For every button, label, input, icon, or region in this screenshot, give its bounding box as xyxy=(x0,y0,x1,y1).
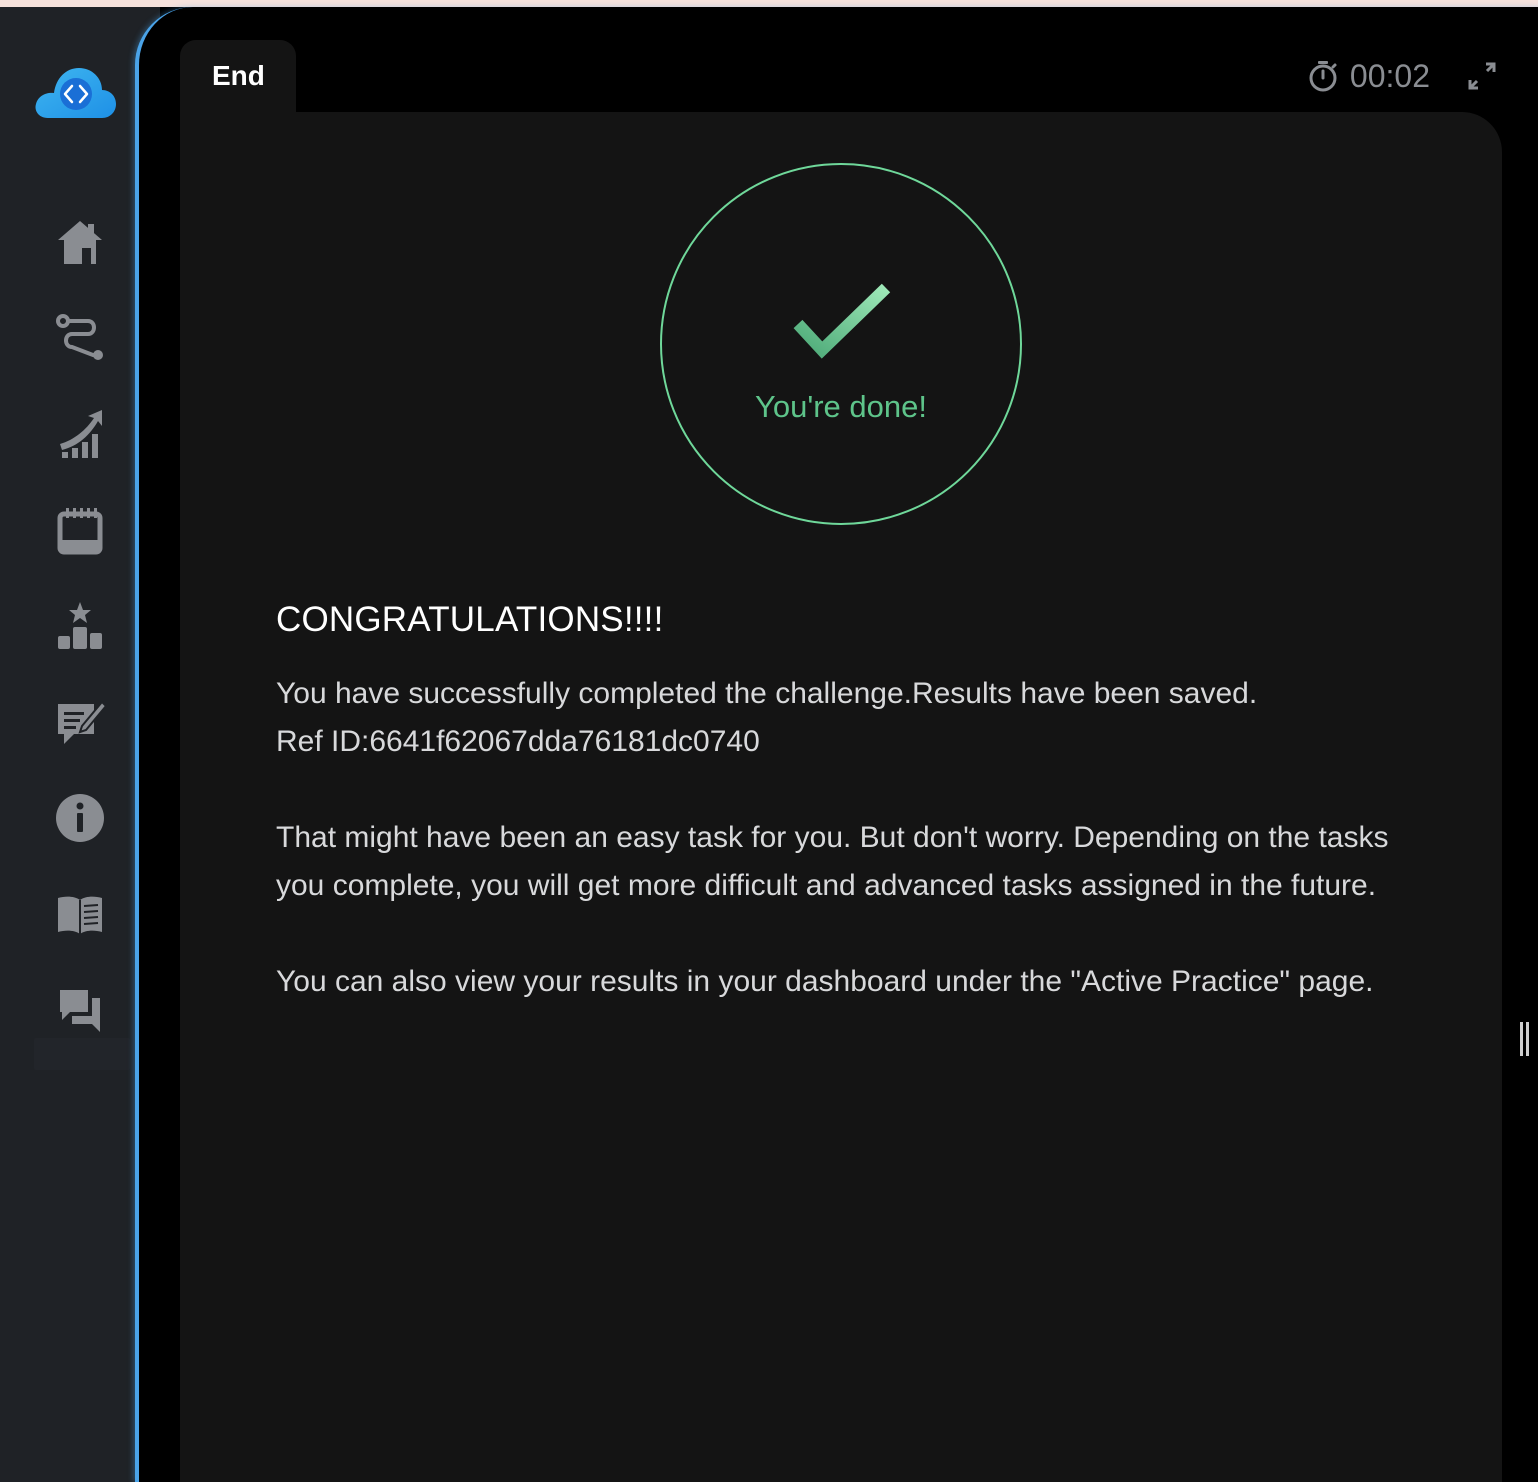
edit-message-icon xyxy=(58,700,106,744)
ref-id: Ref ID:6641f62067dda76181dc0740 xyxy=(276,725,760,758)
sidebar-item-docs[interactable] xyxy=(50,884,110,944)
calendar-icon xyxy=(57,508,103,555)
sidebar-item-leaderboard[interactable] xyxy=(50,596,110,656)
sidebar-item-feedback[interactable] xyxy=(50,692,110,752)
chat-icon xyxy=(60,990,100,1032)
result-message: CONGRATULATIONS!!!! You have successfull… xyxy=(276,596,1426,1006)
checkmark-icon xyxy=(790,280,894,365)
done-status-text: You're done! xyxy=(755,389,927,424)
sidebar-tooltip-placeholder xyxy=(34,1038,130,1070)
book-icon xyxy=(58,896,102,934)
sidebar-item-home[interactable] xyxy=(50,212,110,272)
growth-chart-icon xyxy=(60,410,102,458)
sidebar-item-path[interactable] xyxy=(50,308,110,368)
timer-value: 00:02 xyxy=(1349,58,1430,94)
sidebar-item-info[interactable] xyxy=(50,788,110,848)
browser-top-strip xyxy=(0,0,1538,7)
home-icon xyxy=(58,221,102,264)
route-icon xyxy=(56,314,103,360)
expand-icon[interactable] xyxy=(1466,60,1498,92)
difficulty-message: That might have been an easy task for yo… xyxy=(276,821,1389,902)
tab-end-label: End xyxy=(212,60,265,91)
sidebar-item-calendar[interactable] xyxy=(50,500,110,560)
podium-star-icon xyxy=(58,602,102,649)
congrats-heading: CONGRATULATIONS!!!! xyxy=(276,600,664,639)
info-icon xyxy=(56,794,104,842)
stopwatch-icon xyxy=(1309,61,1337,92)
panel-resize-handle[interactable] xyxy=(1518,1022,1532,1058)
cloud-code-icon[interactable] xyxy=(34,62,118,122)
saved-message: You have successfully completed the chal… xyxy=(276,677,1258,710)
sidebar-item-forum[interactable] xyxy=(50,980,110,1040)
sidebar-item-progress[interactable] xyxy=(50,404,110,464)
timer: 00:02 xyxy=(1308,56,1430,96)
dashboard-message: You can also view your results in your d… xyxy=(276,965,1374,998)
